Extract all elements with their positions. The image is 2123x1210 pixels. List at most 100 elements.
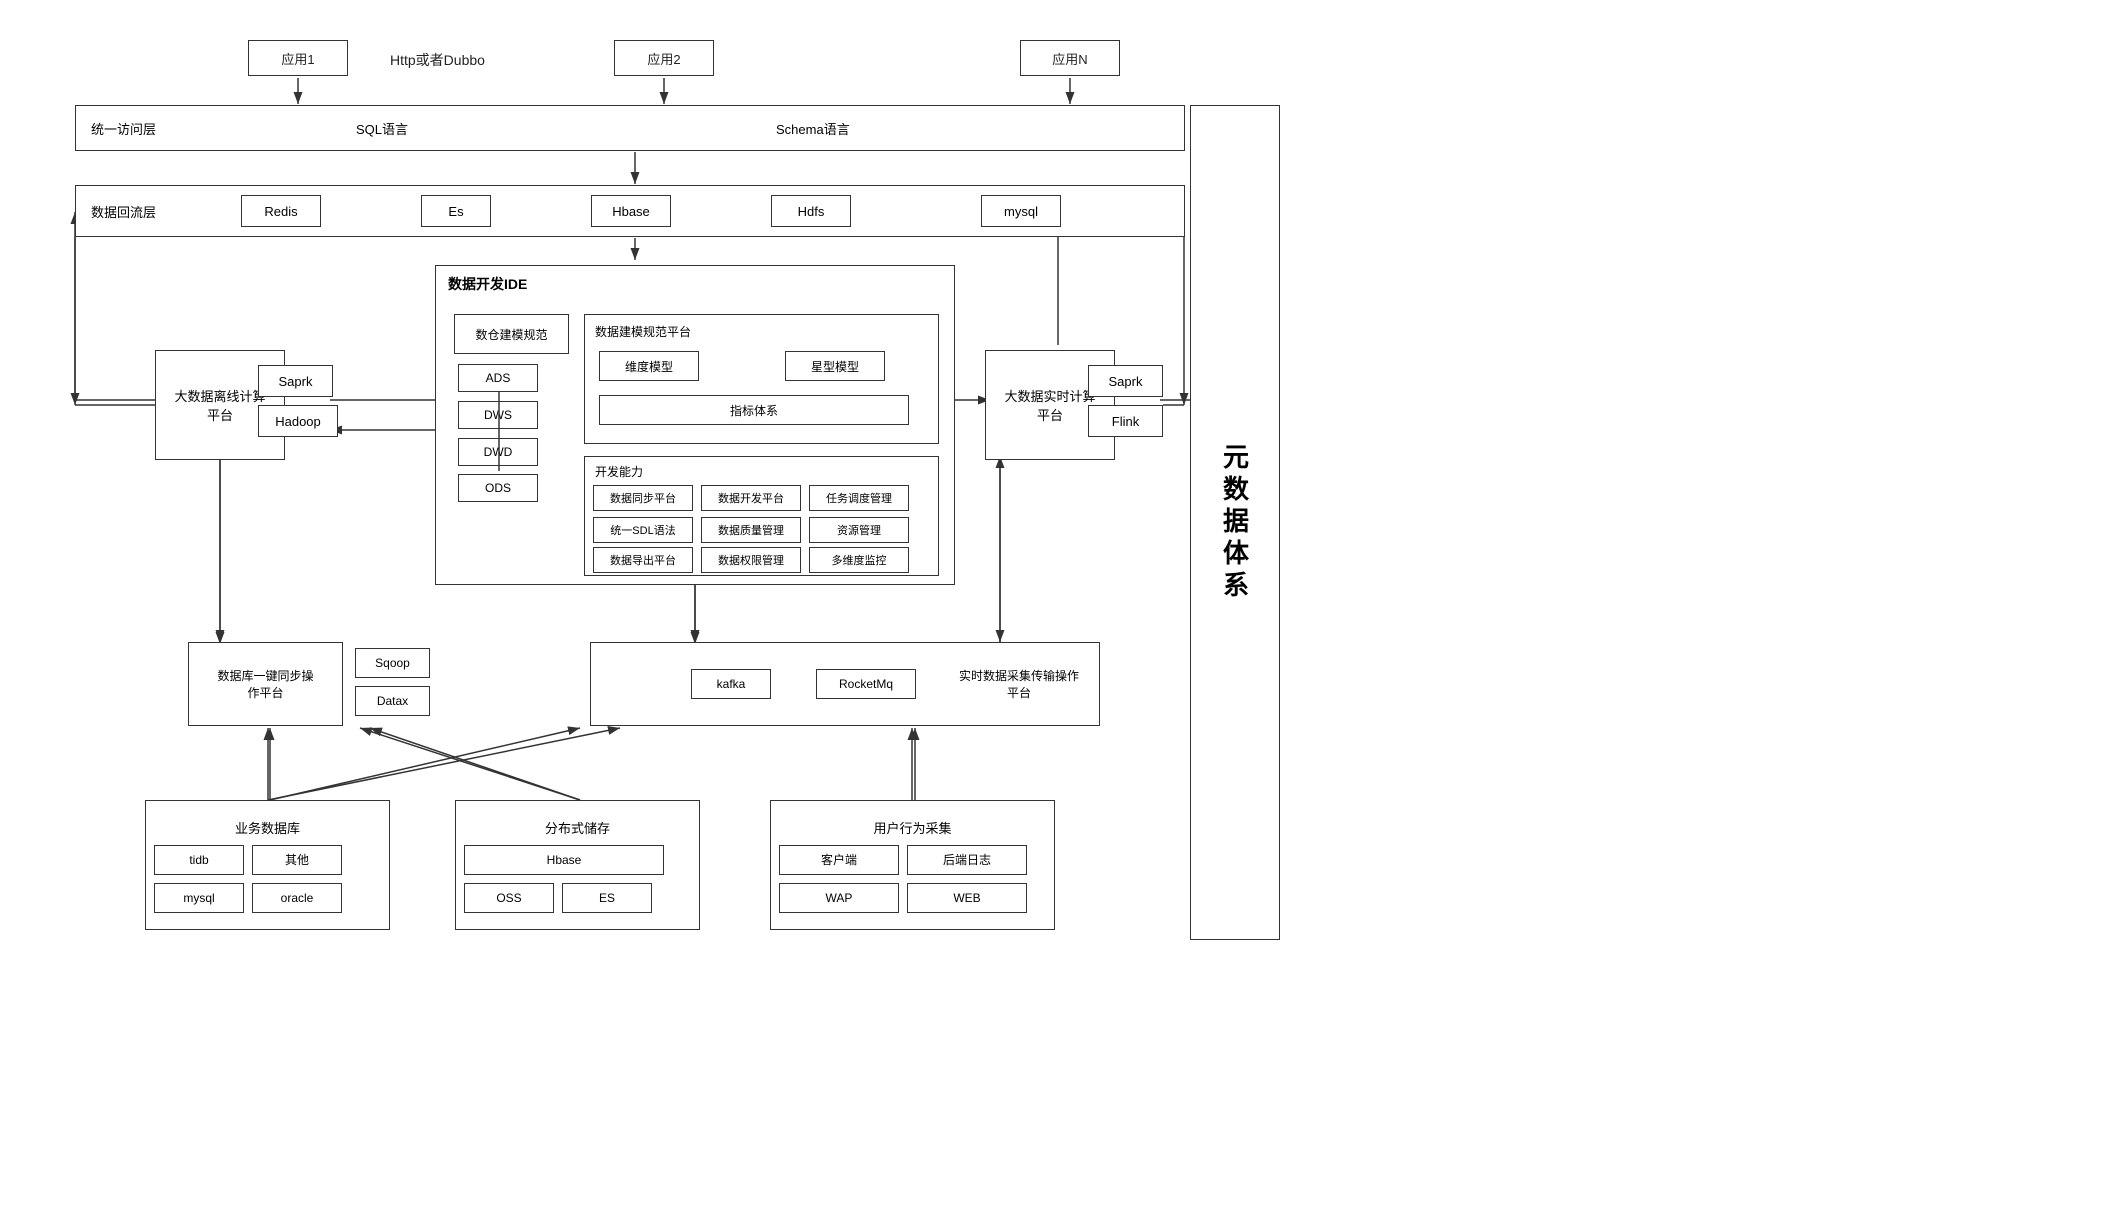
kafka-box: kafka [691,669,771,699]
user-behavior-box: 用户行为采集 客户端 后端日志 WAP WEB [770,800,1055,930]
star-model-label: 星型模型 [811,358,859,375]
unified-layer-box: 统一访问层 SQL语言 Schema语言 [75,105,1185,151]
arrows-svg [0,0,2123,1210]
hadoop-box: Hadoop [258,405,338,437]
flink-label: Flink [1112,414,1139,429]
oracle-label: oracle [281,891,314,905]
es-label: Es [448,204,463,219]
data-dev-label: 数据开发平台 [718,490,784,506]
web-box: WEB [907,883,1027,913]
hdfs-label: Hdfs [798,204,825,219]
app2-label: 应用2 [647,49,680,68]
warehouse-norm-label: 数仓建模规范 [475,326,547,343]
dimension-model-label: 维度模型 [625,358,673,375]
appn-box: 应用N [1020,40,1120,76]
data-quality-label: 数据质量管理 [718,522,784,538]
redis-box: Redis [241,195,321,227]
ods-label: ODS [485,481,511,495]
right-bar: 元数据体系 [1190,105,1280,940]
other-box: 其他 [252,845,342,875]
wap-box: WAP [779,883,899,913]
resource-mgmt-box: 资源管理 [809,517,909,543]
metric-system-label: 指标体系 [730,402,778,419]
right-bar-label: 元数据体系 [1217,443,1254,603]
saprk-offline-label: Saprk [279,374,313,389]
sdl-syntax-box: 统一SDL语法 [593,517,693,543]
task-schedule-label: 任务调度管理 [826,490,892,506]
data-model-platform-box: 数据建模规范平台 维度模型 星型模型 指标体系 [584,314,939,444]
realtime-collect-label: 实时数据采集传输操作平台 [959,667,1079,701]
offline-compute-label: 大数据离线计算平台 [174,386,265,424]
star-model-box: 星型模型 [785,351,885,381]
hbase-ds-label: Hbase [547,853,582,867]
oracle-box: oracle [252,883,342,913]
hdfs-box: Hdfs [771,195,851,227]
oss-label: OSS [496,891,521,905]
sdl-syntax-label: 统一SDL语法 [610,522,675,538]
metric-system-box: 指标体系 [599,395,909,425]
app1-box: 应用1 [248,40,348,76]
hbase-box: Hbase [591,195,671,227]
dist-storage-label: 分布式储存 [545,818,610,837]
data-export-box: 数据导出平台 [593,547,693,573]
ads-label: ADS [486,371,511,385]
db-sync-box: 数据库一键同步操作平台 [188,642,343,726]
ide-box: 数据开发IDE 数仓建模规范 ADS DWS DWD ODS 数据建模规范平台 [435,265,955,585]
multi-monitor-label: 多维度监控 [832,552,887,568]
data-dev-box: 数据开发平台 [701,485,801,511]
web-label: WEB [953,891,980,905]
rocketmq-label: RocketMq [839,677,893,691]
tidb-label: tidb [189,853,208,867]
multi-monitor-box: 多维度监控 [809,547,909,573]
dev-capability-box: 开发能力 数据同步平台 数据开发平台 任务调度管理 统一SDL语法 数据质量管理… [584,456,939,576]
datax-box: Datax [355,686,430,716]
rocketmq-box: RocketMq [816,669,916,699]
wap-label: WAP [826,891,853,905]
saprk-offline-box: Saprk [258,365,333,397]
oss-box: OSS [464,883,554,913]
warehouse-norm-box: 数仓建模规范 [454,314,569,354]
db-sync-label: 数据库一键同步操作平台 [217,667,313,701]
backend-log-label: 后端日志 [943,851,991,868]
datax-label: Datax [377,694,408,708]
other-label: 其他 [285,851,309,868]
diagram-container: 应用1 Http或者Dubbo 应用2 应用N 统一访问层 SQL语言 Sche… [0,0,2123,1210]
backflow-layer-box: 数据回流层 Redis Es Hbase Hdfs mysql [75,185,1185,237]
redis-label: Redis [264,204,297,219]
distributed-storage-box: 分布式储存 Hbase OSS ES [455,800,700,930]
mysql-biz-box: mysql [154,883,244,913]
dev-capability-label: 开发能力 [595,463,643,480]
data-quality-box: 数据质量管理 [701,517,801,543]
mysql-biz-label: mysql [183,891,214,905]
ods-box: ODS [458,474,538,502]
biz-db-box: 业务数据库 tidb 其他 mysql oracle [145,800,390,930]
dimension-model-box: 维度模型 [599,351,699,381]
appn-label: 应用N [1052,49,1087,68]
ads-box: ADS [458,364,538,392]
http-label: Http或者Dubbo [390,50,485,70]
norm-connector [498,391,500,471]
app2-box: 应用2 [614,40,714,76]
saprk-realtime-label: Saprk [1109,374,1143,389]
realtime-compute-label: 大数据实时计算平台 [1004,386,1095,424]
data-model-platform-label: 数据建模规范平台 [595,323,691,340]
data-export-label: 数据导出平台 [610,552,676,568]
backflow-label: 数据回流层 [91,202,156,221]
es-ds-box: ES [562,883,652,913]
data-sync-label: 数据同步平台 [610,490,676,506]
mysql-backflow-label: mysql [1004,204,1038,219]
saprk-realtime-box: Saprk [1088,365,1163,397]
kafka-label: kafka [717,677,746,691]
crossing-arrows-svg [0,0,2123,1210]
sqoop-box: Sqoop [355,648,430,678]
app1-label: 应用1 [281,49,314,68]
tidb-box: tidb [154,845,244,875]
hbase-label: Hbase [612,204,650,219]
sqoop-label: Sqoop [375,656,410,670]
hbase-ds-box: Hbase [464,845,664,875]
biz-db-label: 业务数据库 [235,818,300,837]
resource-mgmt-label: 资源管理 [837,522,881,538]
data-sync-box: 数据同步平台 [593,485,693,511]
realtime-collect-box: 实时数据采集传输操作平台 kafka RocketMq [590,642,1100,726]
es-ds-label: ES [599,891,615,905]
